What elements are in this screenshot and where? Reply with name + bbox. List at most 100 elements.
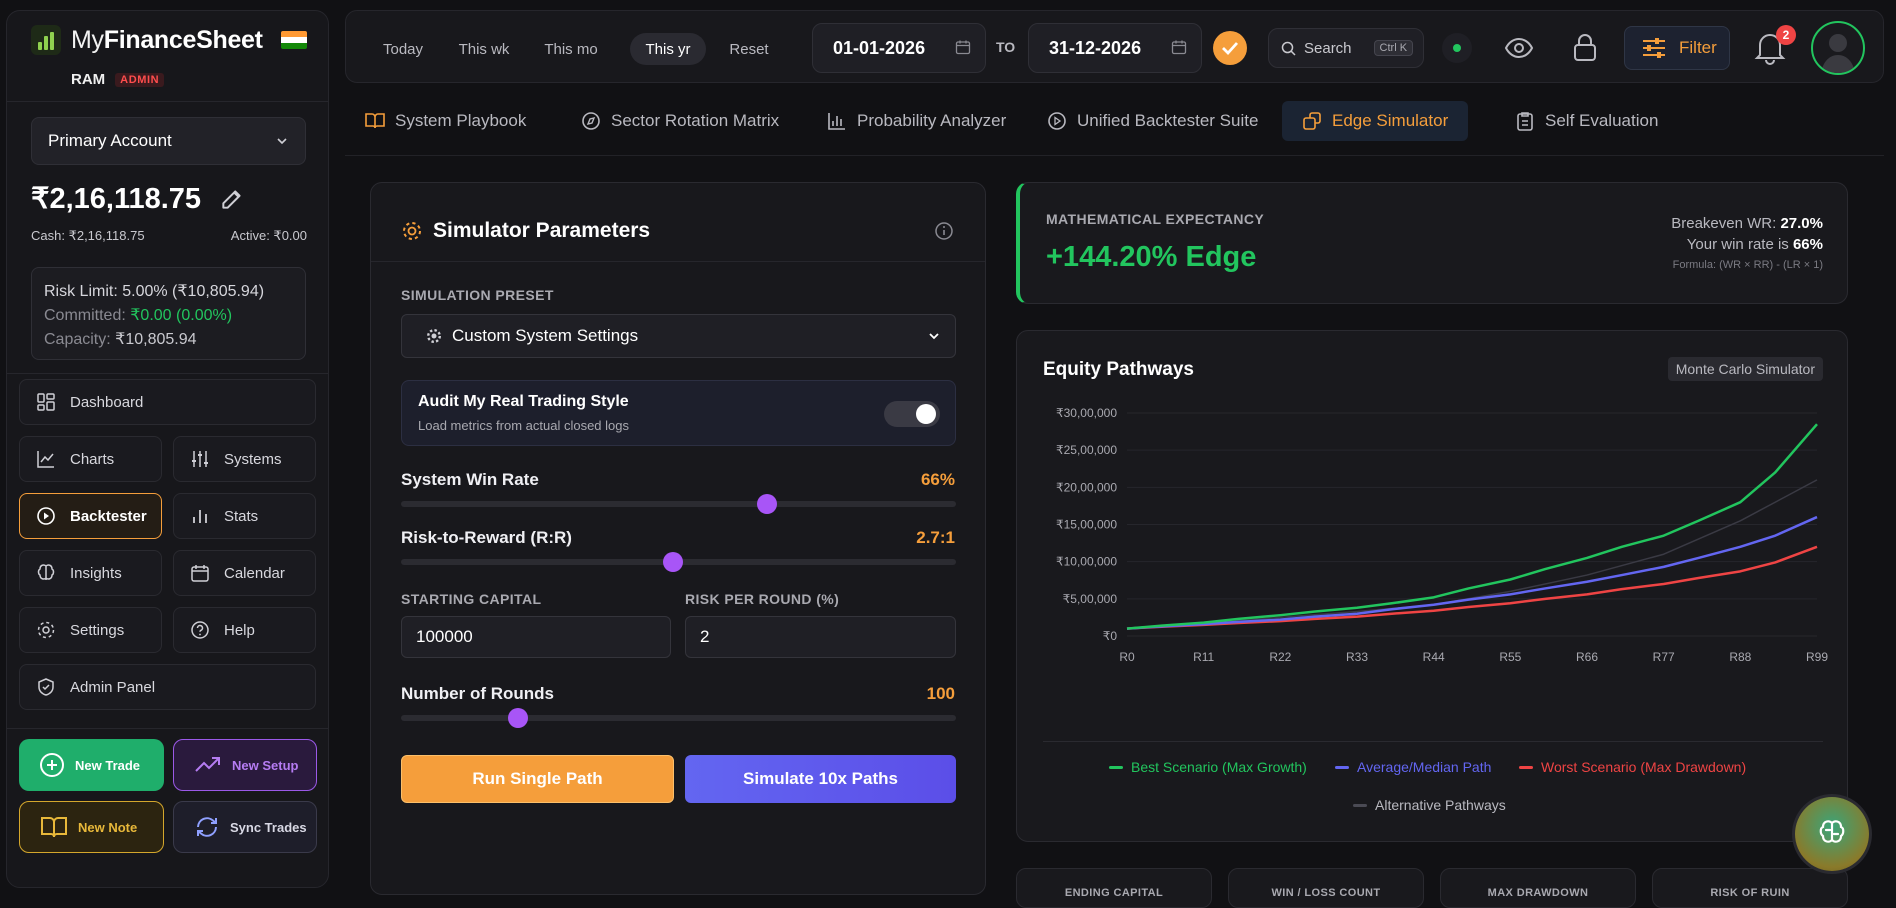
audit-toggle[interactable] [884, 401, 940, 427]
your-winrate-value: 66% [1792, 236, 1823, 253]
starting-capital-label: STARTING CAPITAL [401, 591, 542, 607]
line-chart-icon [37, 451, 54, 468]
date-from-input[interactable]: 01-01-2026 [812, 23, 986, 73]
expectancy-value: +144.20% Edge [1046, 241, 1257, 273]
legend-item[interactable]: Alternative Pathways [1353, 797, 1506, 813]
tab-sector-rotation[interactable]: Sector Rotation Matrix [561, 101, 799, 141]
gear-icon [37, 621, 55, 639]
x-tick-label: R0 [1119, 650, 1135, 664]
winrate-slider-thumb[interactable] [757, 494, 778, 514]
brain-icon [1819, 820, 1845, 843]
risk-per-round-input[interactable]: 2 [685, 616, 956, 658]
legend-item[interactable]: Best Scenario (Max Growth) [1109, 759, 1307, 775]
search-label: Search [1304, 39, 1352, 57]
date-from-value: 01-01-2026 [833, 37, 926, 58]
rr-slider-thumb[interactable] [662, 552, 683, 572]
nav-help[interactable]: Help [173, 607, 316, 653]
brand-name-part: My [71, 25, 104, 54]
calendar-icon[interactable] [955, 39, 971, 55]
preset-select[interactable]: Custom System Settings [401, 314, 956, 358]
breakeven-value: 27.0% [1780, 215, 1823, 232]
logo-icon [31, 25, 61, 55]
date-to-input[interactable]: 31-12-2026 [1028, 23, 1202, 73]
rr-slider[interactable] [401, 552, 956, 572]
india-flag-icon [280, 31, 307, 49]
range-year[interactable]: This yr [630, 33, 706, 65]
lock-icon[interactable] [1572, 32, 1598, 62]
nav-admin-panel[interactable]: Admin Panel [19, 664, 316, 710]
rounds-slider[interactable] [401, 708, 956, 728]
calendar-icon[interactable] [1171, 39, 1187, 55]
sync-trades-button[interactable]: Sync Trades [173, 801, 317, 853]
winrate-value: 66% [920, 470, 955, 489]
rr-value: 2.7:1 [916, 528, 955, 547]
divider [7, 373, 328, 374]
equity-pathways-card: Equity Pathways Monte Carlo Simulator ₹0… [1016, 330, 1848, 842]
audit-toggle-card: Audit My Real Trading Style Load metrics… [401, 380, 956, 446]
legend-item[interactable]: Average/Median Path [1335, 759, 1491, 775]
range-week[interactable]: This wk [448, 33, 520, 65]
tab-label: System Playbook [395, 111, 527, 130]
new-trade-label: New Trade [75, 757, 141, 773]
filter-button[interactable]: Filter [1624, 26, 1730, 70]
risk-box: Risk Limit: 5.00% (₹10,805.94) Committed… [31, 267, 306, 360]
apply-date-button[interactable] [1213, 31, 1247, 65]
starting-capital-input[interactable]: 100000 [401, 616, 671, 658]
range-month[interactable]: This mo [530, 33, 612, 65]
divider [7, 101, 328, 102]
stat-risk-of-ruin: RISK OF RUIN [1652, 868, 1848, 908]
gear-icon [426, 328, 442, 344]
range-reset[interactable]: Reset [716, 33, 782, 65]
tab-system-playbook[interactable]: System Playbook [345, 101, 546, 141]
legend-item[interactable]: Worst Scenario (Max Drawdown) [1519, 759, 1746, 775]
search-button[interactable]: Search Ctrl K [1268, 28, 1424, 68]
divider [7, 728, 328, 729]
y-tick-label: ₹10,00,000 [1056, 555, 1117, 569]
nav-calendar[interactable]: Calendar [173, 550, 316, 596]
user-info: RAM ADMIN [71, 71, 165, 88]
winrate-slider[interactable] [401, 494, 956, 514]
chart-badge: Monte Carlo Simulator [1667, 357, 1823, 381]
ai-assistant-button[interactable] [1795, 797, 1869, 871]
nav-backtester[interactable]: Backtester [19, 493, 162, 539]
rounds-slider-thumb[interactable] [507, 708, 528, 728]
account-select-label: Primary Account [48, 131, 172, 150]
nav-settings[interactable]: Settings [19, 607, 162, 653]
info-icon[interactable] [934, 221, 954, 241]
sidebar: MyFinanceSheet RAM ADMIN Primary Account… [6, 10, 329, 888]
play-circle-icon [37, 507, 55, 525]
tab-probability-analyzer[interactable]: Probability Analyzer [807, 101, 1026, 141]
capacity-value: ₹10,805.94 [115, 331, 197, 348]
avatar[interactable] [1811, 21, 1865, 75]
nav-stats[interactable]: Stats [173, 493, 316, 539]
expectancy-formula: Formula: (WR × RR) - (LR × 1) [1672, 259, 1823, 271]
nav-insights[interactable]: Insights [19, 550, 162, 596]
stat-ending-capital: ENDING CAPITAL [1016, 868, 1212, 908]
divider [371, 261, 985, 262]
notification-count: 2 [1776, 25, 1796, 45]
user-name: RAM [71, 71, 106, 88]
new-note-button[interactable]: New Note [19, 801, 164, 853]
cash-row: Cash: ₹2,16,118.75 Active: ₹0.00 [31, 228, 307, 244]
tab-edge-simulator[interactable]: Edge Simulator [1282, 101, 1469, 141]
filter-label: Filter [1679, 38, 1717, 57]
x-tick-label: R88 [1729, 650, 1751, 664]
bar-chart-icon [193, 510, 207, 523]
run-single-path-button[interactable]: Run Single Path [401, 755, 674, 803]
new-trade-button[interactable]: New Trade [19, 739, 164, 791]
audit-title: Audit My Real Trading Style [418, 393, 629, 410]
tab-unified-backtester[interactable]: Unified Backtester Suite [1027, 101, 1278, 141]
nav-charts[interactable]: Charts [19, 436, 162, 482]
tab-self-evaluation[interactable]: Self Evaluation [1495, 101, 1678, 141]
risk-per-round-label: RISK PER ROUND (%) [685, 591, 840, 607]
account-select[interactable]: Primary Account [31, 117, 306, 165]
range-today[interactable]: Today [368, 33, 438, 65]
nav-help-label: Help [224, 621, 255, 639]
new-setup-button[interactable]: New Setup [173, 739, 317, 791]
nav-systems[interactable]: Systems [173, 436, 316, 482]
notifications-button[interactable]: 2 [1754, 25, 1796, 65]
nav-dashboard[interactable]: Dashboard [19, 379, 316, 425]
eye-icon[interactable] [1504, 36, 1534, 60]
edit-icon[interactable] [219, 186, 245, 212]
simulate-paths-button[interactable]: Simulate 10x Paths [685, 755, 956, 803]
